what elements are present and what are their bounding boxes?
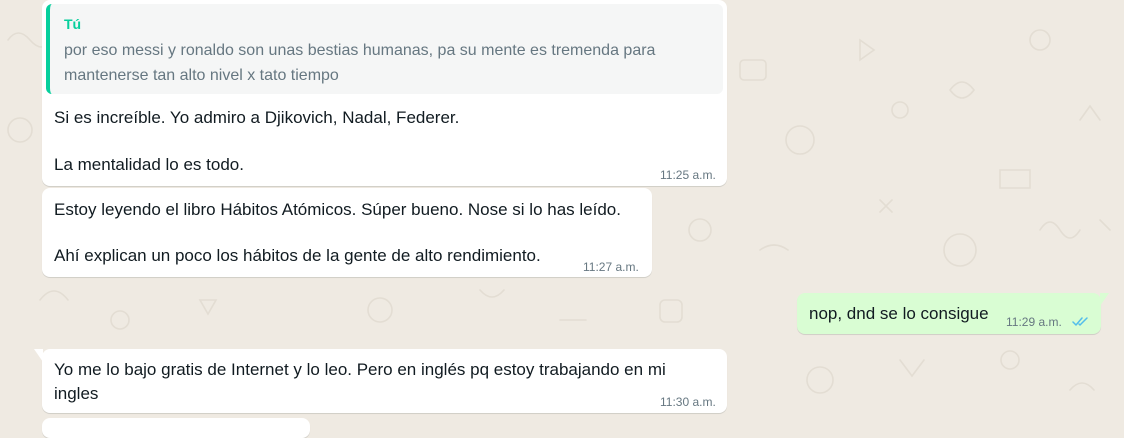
message-bubble-incoming[interactable]: Tú por eso messi y ronaldo son unas best…: [42, 0, 727, 186]
message-timestamp: 11:29 a.m.: [1006, 315, 1062, 329]
message-line: nop, dnd se lo consigue: [809, 304, 989, 323]
quote-author: Tú: [64, 16, 82, 32]
double-check-icon: [1072, 317, 1088, 326]
message-bubble-partial[interactable]: [42, 418, 310, 438]
message-timestamp: 11:25 a.m.: [660, 168, 716, 182]
message-timestamp: 11:30 a.m.: [660, 395, 716, 409]
bubble-tail: [34, 349, 43, 362]
message-line: Ahí explican un poco los hábitos de la g…: [54, 246, 541, 265]
message-line: Si es increíble. Yo admiro a Djikovich, …: [54, 108, 460, 127]
message-line: La mentalidad lo es todo.: [54, 155, 244, 174]
bubble-tail: [1100, 293, 1109, 306]
message-line: Yo me lo bajo gratis de Internet y lo le…: [54, 360, 666, 403]
message-timestamp: 11:27 a.m.: [583, 260, 639, 274]
message-bubble-outgoing[interactable]: nop, dnd se lo consigue 11:29 a.m.: [797, 293, 1109, 334]
quote-text: por eso messi y ronaldo son unas bestias…: [64, 42, 656, 84]
message-line: Estoy leyendo el libro Hábitos Atómicos.…: [54, 200, 621, 219]
quoted-reply[interactable]: Tú por eso messi y ronaldo son unas best…: [46, 4, 723, 94]
message-bubble-incoming[interactable]: Yo me lo bajo gratis de Internet y lo le…: [34, 349, 727, 413]
message-bubble-incoming[interactable]: Estoy leyendo el libro Hábitos Atómicos.…: [42, 188, 652, 277]
